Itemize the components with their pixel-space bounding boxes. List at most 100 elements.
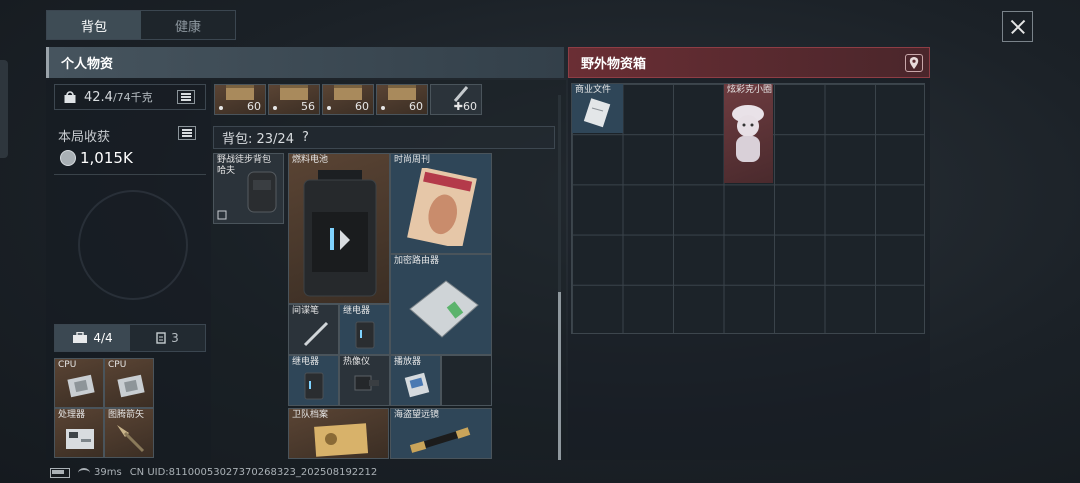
player-uid: CN UID:8110005302737026832​3_20250819221… <box>129 467 378 478</box>
backpack-capacity: 背包: 23/24 <box>222 132 294 147</box>
ammo-qty: 56 <box>301 100 315 113</box>
field-supply-box-header: 野外物资箱 <box>568 47 930 78</box>
item-relay-2[interactable]: 继电器 <box>288 355 339 406</box>
ammo-slot-4[interactable]: 60 <box>376 84 428 115</box>
ammo-slot-5[interactable]: ✚60 <box>430 84 482 115</box>
bag-icon <box>217 210 227 220</box>
backpack-icon <box>247 171 277 213</box>
item-encrypted-router[interactable]: 加密路由器 <box>390 254 492 355</box>
telescope-icon <box>409 427 471 453</box>
wifi-icon <box>78 467 90 478</box>
tab-pockets[interactable]: 4/4 <box>55 325 130 351</box>
item-label: 炫彩克小圈 <box>727 85 773 95</box>
item-label: CPU <box>108 360 127 370</box>
faction-emblem <box>78 190 188 300</box>
toolbox-icon <box>73 332 88 343</box>
relay-icon <box>355 321 375 349</box>
item-label: 播放器 <box>394 357 422 367</box>
ammo-qty: 60 <box>247 100 261 113</box>
item-field-backpack[interactable]: 野战徒步背包 哈夫 <box>213 153 284 224</box>
item-player[interactable]: 播放器 <box>390 355 441 406</box>
ping: 39ms <box>94 467 122 478</box>
pocket-slot-totem-arrow[interactable]: 图腾箭矢 <box>104 408 154 458</box>
battery-icon <box>303 170 377 297</box>
relay-icon <box>304 372 324 400</box>
top-tabs: 背包 健康 <box>46 10 236 40</box>
ammo-slot-2[interactable]: 56 <box>268 84 320 115</box>
new-dot <box>273 106 277 110</box>
magazine-icon <box>407 168 477 246</box>
item-label: 间谍笔 <box>292 306 320 316</box>
help-icon[interactable]: ? <box>302 130 309 145</box>
divider <box>54 174 206 175</box>
safebox-count: 3 <box>171 331 179 345</box>
item-label: 海盗望远镜 <box>394 410 440 420</box>
item-label: 图腾箭矢 <box>108 410 145 420</box>
ammo-qty: 60 <box>355 100 369 113</box>
item-sublabel: 哈夫 <box>217 166 236 176</box>
item-label: CPU <box>58 360 77 370</box>
item-label: 卫队档案 <box>292 410 329 420</box>
new-dot <box>381 106 385 110</box>
item-thermal-imager[interactable]: 热像仪 <box>339 355 390 406</box>
item-label: 加密路由器 <box>394 256 440 266</box>
loot-item-colorful-figure[interactable]: 炫彩克小圈 <box>724 84 773 183</box>
item-label: 继电器 <box>343 306 371 316</box>
pocket-slot-cpu-1[interactable]: CPU <box>54 358 104 408</box>
inventory-scrollbar-thumb[interactable] <box>558 292 561 460</box>
tab-safebox[interactable]: 3 <box>130 325 205 351</box>
personal-supplies-title: 个人物资 <box>61 57 114 72</box>
pockets-count: 4/4 <box>93 331 113 345</box>
item-pirate-telescope[interactable]: 海盗望远镜 <box>390 408 492 459</box>
plus-icon: ✚ <box>453 100 463 113</box>
ammo-qty: 60 <box>409 100 423 113</box>
item-label: 野战徒步背包 <box>217 155 272 165</box>
personal-supplies-header: 个人物资 <box>46 47 564 78</box>
item-label: 商业文件 <box>575 85 612 95</box>
item-label: 燃料电池 <box>292 155 329 165</box>
item-fuel-battery[interactable]: 燃料电池 <box>288 153 390 304</box>
weight-display: 42.4 /74千克 <box>54 84 206 110</box>
processor-icon <box>66 429 94 449</box>
pocket-slot-processor[interactable]: 处理器 <box>54 408 104 458</box>
earnings-list-button[interactable] <box>178 126 196 140</box>
ammo-slot-1[interactable]: 60 <box>214 84 266 115</box>
item-label: 时尚周刊 <box>394 155 431 165</box>
close-icon[interactable] <box>1002 11 1033 42</box>
arrow-icon <box>117 425 145 453</box>
ammo-slot-3[interactable]: 60 <box>322 84 374 115</box>
location-pin-icon[interactable] <box>905 54 923 72</box>
backpack-capacity-bar: 背包: 23/24 ? <box>213 126 555 149</box>
thermal-imager-icon <box>354 375 379 391</box>
ammo-qty: ✚60 <box>454 100 477 113</box>
document-icon <box>314 423 369 457</box>
item-spy-pen[interactable]: 间谍笔 <box>288 304 339 355</box>
pen-icon <box>303 321 329 347</box>
media-player-icon <box>404 372 430 398</box>
tab-health[interactable]: 健康 <box>141 11 235 39</box>
earnings-label: 本局收获 <box>58 130 111 145</box>
earnings-amount: 1,015K <box>80 149 133 167</box>
figure-icon <box>732 105 764 162</box>
coin-icon <box>60 150 76 166</box>
pocket-slot-cpu-2[interactable]: CPU <box>104 358 154 408</box>
side-handle <box>0 60 8 158</box>
weight-icon <box>64 91 76 103</box>
cpu-icon <box>67 374 95 398</box>
item-fashion-magazine[interactable]: 时尚周刊 <box>390 153 492 254</box>
cpu-icon <box>117 374 145 398</box>
item-guard-file[interactable]: 卫队档案 <box>288 408 389 459</box>
vest-icon <box>156 332 166 344</box>
item-relay-1[interactable]: 继电器 <box>339 304 390 355</box>
loot-item-business-documents[interactable]: 商业文件 <box>572 84 623 133</box>
paper-icon <box>583 98 611 128</box>
status-bar: 39ms CN UID:8110005302737026832​3_202508… <box>50 467 377 478</box>
empty-slot[interactable] <box>441 355 492 406</box>
ammo-qty-value: 60 <box>463 100 477 113</box>
item-label: 热像仪 <box>343 357 371 367</box>
new-dot <box>327 106 331 110</box>
weight-list-button[interactable] <box>177 90 195 104</box>
item-label: 继电器 <box>292 357 320 367</box>
tab-backpack[interactable]: 背包 <box>47 11 141 39</box>
earnings-value: 1,015K <box>60 149 133 167</box>
